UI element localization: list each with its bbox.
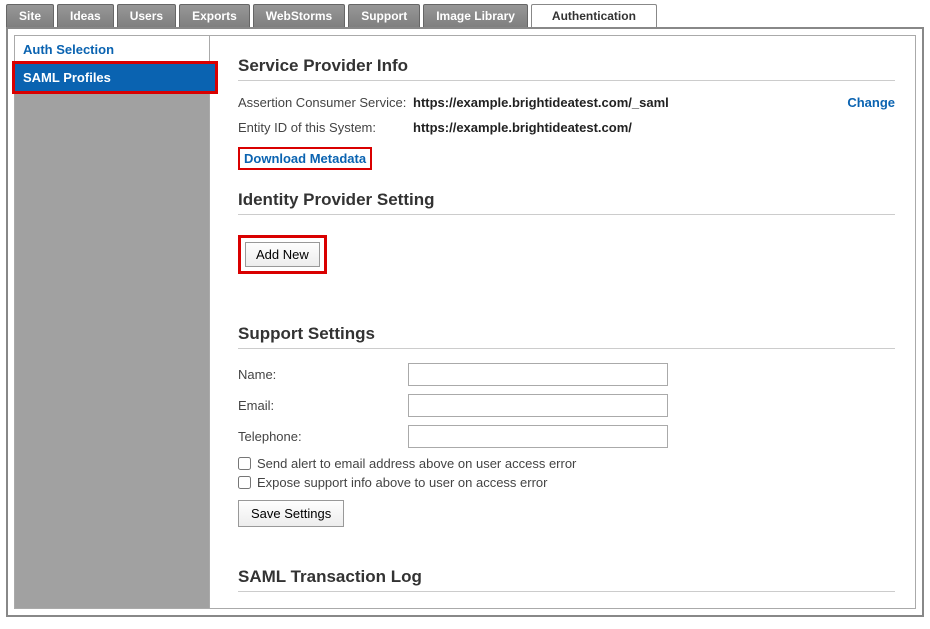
entity-id-label: Entity ID of this System: — [238, 120, 413, 135]
email-input[interactable] — [408, 394, 668, 417]
acs-value: https://example.brightideatest.com/_saml — [413, 95, 847, 110]
change-link[interactable]: Change — [847, 95, 895, 110]
tab-ideas[interactable]: Ideas — [57, 4, 114, 27]
tab-webstorms[interactable]: WebStorms — [253, 4, 345, 27]
main-panel: Auth Selection SAML Profiles Service Pro… — [6, 27, 924, 617]
sidebar-item-saml-profiles[interactable]: SAML Profiles — [15, 64, 215, 91]
inner-panel: Auth Selection SAML Profiles Service Pro… — [14, 35, 916, 609]
tab-image-library[interactable]: Image Library — [423, 4, 528, 27]
download-metadata-highlight: Download Metadata — [238, 147, 372, 170]
tab-users[interactable]: Users — [117, 4, 176, 27]
phone-label: Telephone: — [238, 429, 408, 444]
sidebar: Auth Selection SAML Profiles — [15, 36, 210, 608]
log-title: SAML Transaction Log — [238, 567, 895, 592]
expose-checkbox[interactable] — [238, 476, 251, 489]
sidebar-item-auth-selection[interactable]: Auth Selection — [15, 36, 209, 64]
acs-label: Assertion Consumer Service: — [238, 95, 413, 110]
content-area: Service Provider Info Assertion Consumer… — [210, 36, 915, 608]
name-input[interactable] — [408, 363, 668, 386]
support-title: Support Settings — [238, 324, 895, 349]
tab-site[interactable]: Site — [6, 4, 54, 27]
top-tabs: Site Ideas Users Exports WebStorms Suppo… — [6, 4, 930, 27]
add-new-highlight: Add New — [238, 235, 327, 274]
tab-support[interactable]: Support — [348, 4, 420, 27]
alert-checkbox-label: Send alert to email address above on use… — [257, 456, 576, 471]
save-settings-button[interactable]: Save Settings — [238, 500, 344, 527]
expose-checkbox-label: Expose support info above to user on acc… — [257, 475, 548, 490]
phone-input[interactable] — [408, 425, 668, 448]
download-metadata-link[interactable]: Download Metadata — [244, 151, 366, 166]
tab-exports[interactable]: Exports — [179, 4, 250, 27]
log-link[interactable]: Go to SAML Transaction Log — [238, 606, 416, 608]
spi-title: Service Provider Info — [238, 56, 895, 81]
idp-title: Identity Provider Setting — [238, 190, 895, 215]
tab-authentication[interactable]: Authentication — [531, 4, 657, 27]
name-label: Name: — [238, 367, 408, 382]
email-label: Email: — [238, 398, 408, 413]
add-new-button[interactable]: Add New — [245, 242, 320, 267]
entity-id-value: https://example.brightideatest.com/ — [413, 120, 895, 135]
alert-checkbox[interactable] — [238, 457, 251, 470]
